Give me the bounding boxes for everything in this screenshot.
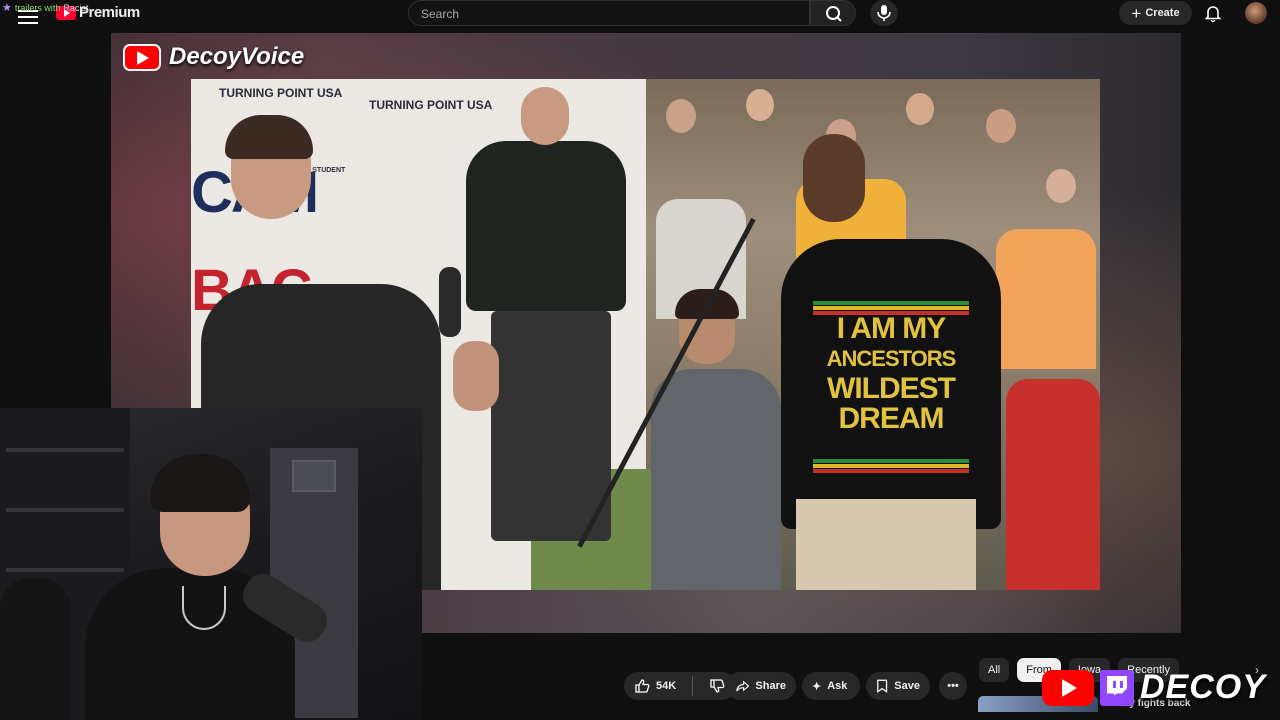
search-button[interactable] <box>810 0 856 26</box>
chair <box>0 578 70 720</box>
youtube-play-icon <box>123 43 161 71</box>
figure <box>466 141 626 311</box>
channel-watermark-name: DecoyVoice <box>169 43 305 70</box>
wall-frame <box>292 460 336 492</box>
thumbs-up-icon <box>635 679 650 693</box>
sparkle-icon: ✦ <box>812 680 822 693</box>
voice-search-button[interactable] <box>870 0 898 26</box>
shirt-stripe <box>813 464 969 468</box>
webcam-overlay <box>0 408 422 720</box>
more-options-button[interactable]: ••• <box>939 672 967 700</box>
save-button[interactable]: Save <box>866 672 930 700</box>
ask-label: Ask <box>827 680 848 692</box>
bookmark-icon <box>877 679 888 693</box>
shirt-stripe <box>813 459 969 463</box>
microphone <box>439 267 461 337</box>
figure <box>453 341 499 411</box>
backdrop-brand: TURNING POINT USA <box>369 98 493 112</box>
top-bar: ★ trailers with Racist Premium Search + … <box>0 0 1280 32</box>
figure <box>651 369 781 590</box>
figure <box>796 499 976 590</box>
save-label: Save <box>894 680 920 692</box>
like-button[interactable]: 54K <box>624 672 686 700</box>
youtube-logo-icon <box>1042 669 1094 706</box>
star-icon: ★ <box>2 2 12 14</box>
shirt-text: I AM MY ANCESTORS WILDEST DREAM <box>816 314 966 434</box>
divider <box>692 676 694 696</box>
bottom-bar <box>422 712 1280 720</box>
necklace <box>182 586 226 630</box>
shirt-line: ANCESTORS <box>826 346 957 371</box>
chat-user: trailers with <box>14 2 61 13</box>
create-label: Create <box>1145 7 1180 19</box>
ask-button[interactable]: ✦ Ask <box>802 672 860 700</box>
figure <box>803 134 865 222</box>
shirt-line: I AM MY <box>836 312 947 345</box>
shirt-line: WILDEST <box>827 372 956 405</box>
shirt-stripe <box>813 306 969 310</box>
search-icon <box>826 6 842 22</box>
backdrop-brand: TURNING POINT USA <box>219 86 343 100</box>
shirt-stripe <box>813 469 969 473</box>
avatar[interactable] <box>1245 2 1267 24</box>
search-input[interactable]: Search <box>408 0 810 26</box>
stream-brand-name: DECOY <box>1140 668 1266 706</box>
like-dislike-group: 54K <box>624 672 736 700</box>
bell-icon[interactable] <box>1203 3 1223 23</box>
chat-message: Racist <box>63 2 89 13</box>
streamer <box>150 454 250 512</box>
figure <box>521 87 569 145</box>
shirt-stripe <box>813 301 969 305</box>
chip-all[interactable]: All <box>979 658 1010 682</box>
plus-icon: + <box>1131 3 1142 23</box>
share-icon <box>736 680 750 692</box>
mic-icon <box>877 5 891 21</box>
more-icon: ••• <box>947 680 959 692</box>
create-button[interactable]: + Create <box>1119 1 1192 25</box>
figure <box>491 311 611 541</box>
share-label: Share <box>755 680 786 692</box>
stream-brand-overlay: DECOY <box>1042 668 1266 707</box>
shirt-line: DREAM <box>838 402 945 435</box>
thumbs-down-icon <box>710 679 725 693</box>
share-button[interactable]: Share <box>726 672 796 700</box>
channel-watermark: DecoyVoice <box>123 43 304 71</box>
chat-overlay: ★ trailers with Racist <box>2 1 88 14</box>
twitch-logo-icon <box>1100 669 1134 706</box>
like-count: 54K <box>656 680 677 692</box>
